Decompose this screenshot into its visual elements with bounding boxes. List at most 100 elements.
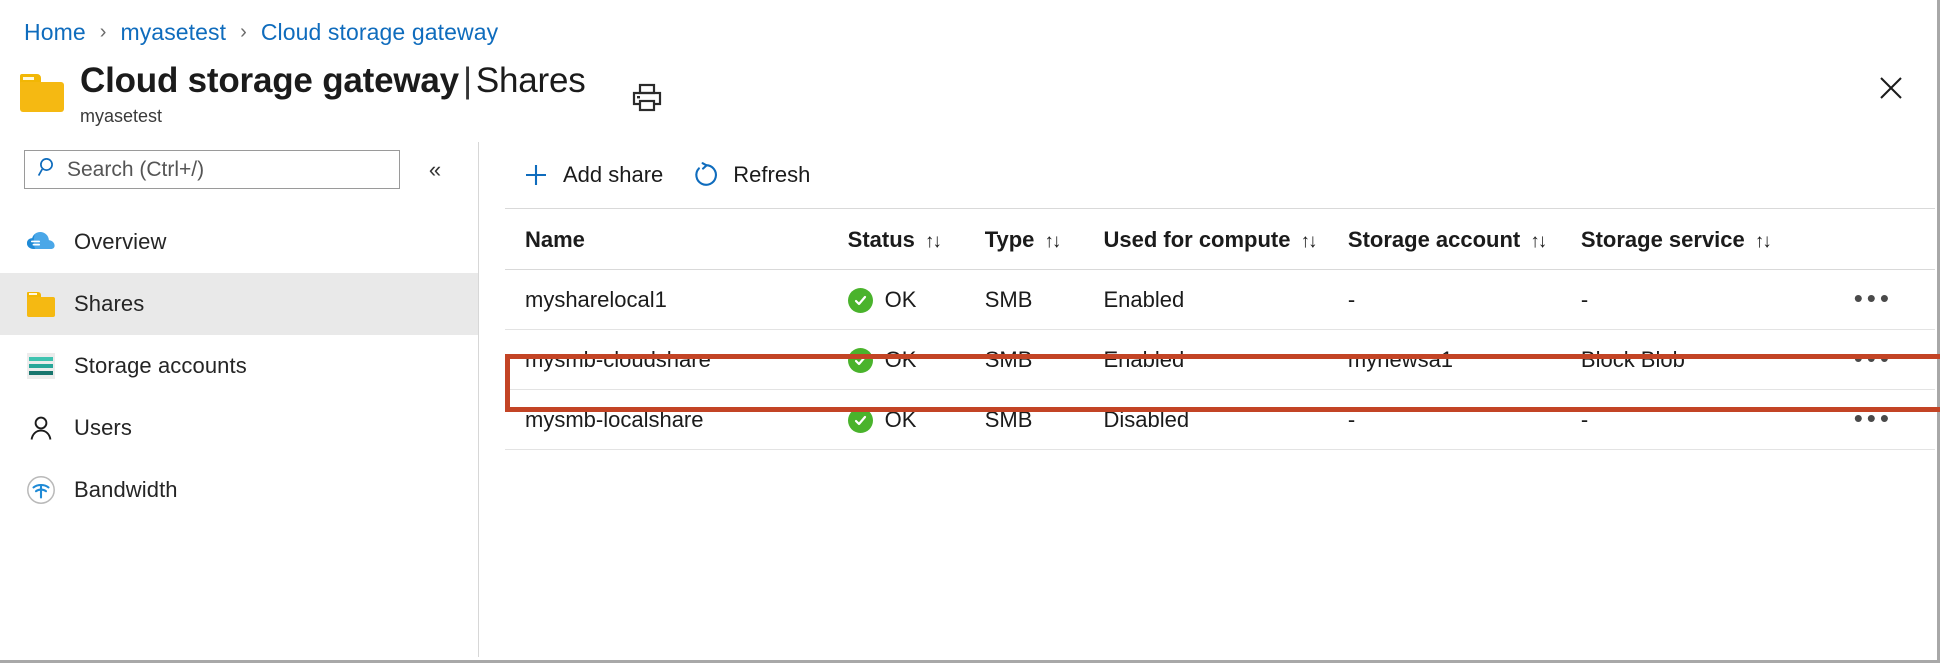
column-header-label: Storage service bbox=[1580, 227, 1745, 252]
table-header-row: Name Status ↑↓ Type ↑↓ Used for compute … bbox=[505, 208, 1935, 270]
status-ok-icon bbox=[847, 347, 873, 373]
cell-status: OK bbox=[847, 389, 985, 450]
close-icon[interactable] bbox=[1873, 70, 1909, 106]
sidebar-item-shares[interactable]: Shares bbox=[0, 273, 478, 335]
cell-storage-service: - bbox=[1580, 389, 1798, 450]
status-ok-icon bbox=[847, 407, 873, 433]
sidebar-item-label: Storage accounts bbox=[74, 353, 247, 378]
print-icon[interactable] bbox=[630, 82, 664, 114]
page-title-group: Cloud storage gateway | Shares myasetest bbox=[80, 60, 586, 127]
cell-name: mysharelocal1 bbox=[505, 269, 848, 330]
page-title-main: Cloud storage gateway bbox=[80, 61, 459, 100]
status-label: OK bbox=[884, 347, 917, 372]
person-icon bbox=[24, 411, 58, 445]
column-header-used-for-compute[interactable]: Used for compute ↑↓ bbox=[1103, 208, 1348, 270]
cell-storage-account: - bbox=[1347, 389, 1581, 450]
breadcrumb-item-cloud-storage-gateway[interactable]: Cloud storage gateway bbox=[261, 19, 498, 46]
cell-used-for-compute: Enabled bbox=[1103, 269, 1348, 330]
shares-table-wrap: Name Status ↑↓ Type ↑↓ Used for compute … bbox=[505, 208, 1940, 450]
add-share-button[interactable]: Add share bbox=[515, 154, 677, 196]
breadcrumb: Home › myasetest › Cloud storage gateway bbox=[0, 0, 1937, 48]
table-header: Name Status ↑↓ Type ↑↓ Used for compute … bbox=[505, 208, 1935, 270]
column-header-label: Storage account bbox=[1347, 227, 1521, 252]
cell-name: mysmb-cloudshare bbox=[505, 329, 848, 390]
column-header-actions bbox=[1797, 208, 1935, 270]
refresh-button[interactable]: Refresh bbox=[685, 154, 824, 196]
status-ok-icon bbox=[847, 287, 873, 313]
sidebar-item-storage-accounts[interactable]: Storage accounts bbox=[0, 335, 478, 397]
sidebar-item-users[interactable]: Users bbox=[0, 397, 478, 459]
cell-type: SMB bbox=[984, 389, 1104, 450]
table-row[interactable]: mysmb-localshare OK SMB Disabled - - ••• bbox=[505, 389, 1935, 450]
status-label: OK bbox=[884, 287, 917, 312]
sidebar-item-label: Users bbox=[74, 415, 132, 440]
cell-used-for-compute: Disabled bbox=[1103, 389, 1348, 450]
sort-icon: ↑↓ bbox=[924, 231, 942, 252]
breadcrumb-item-myasetest[interactable]: myasetest bbox=[120, 19, 226, 46]
sort-icon: ↑↓ bbox=[1754, 231, 1772, 252]
sidebar-item-label: Overview bbox=[74, 229, 167, 254]
cell-storage-service: Block Blob bbox=[1580, 329, 1798, 390]
breadcrumb-item-home[interactable]: Home bbox=[24, 19, 86, 46]
cell-type: SMB bbox=[984, 329, 1104, 390]
collapse-sidebar-icon[interactable]: « bbox=[418, 154, 452, 186]
cell-type: SMB bbox=[984, 269, 1104, 330]
table-body: mysharelocal1 OK SMB Enabled - - ••• mys… bbox=[505, 269, 1935, 450]
page-title: Cloud storage gateway | Shares bbox=[80, 60, 586, 102]
column-header-label: Used for compute bbox=[1103, 227, 1291, 252]
row-context-menu-icon[interactable]: ••• bbox=[1850, 285, 1897, 311]
cell-status: OK bbox=[847, 269, 985, 330]
column-header-label: Name bbox=[525, 227, 585, 252]
row-context-menu-icon[interactable]: ••• bbox=[1850, 345, 1897, 371]
cell-status: OK bbox=[847, 329, 985, 390]
page-title-section: Shares bbox=[475, 61, 586, 100]
status-label: OK bbox=[884, 407, 917, 432]
sort-icon: ↑↓ bbox=[1300, 231, 1318, 252]
column-header-name[interactable]: Name bbox=[505, 208, 848, 270]
column-header-type[interactable]: Type ↑↓ bbox=[984, 208, 1104, 270]
row-context-menu-icon[interactable]: ••• bbox=[1850, 405, 1897, 431]
folder-icon bbox=[24, 287, 58, 321]
search-input[interactable] bbox=[67, 157, 389, 182]
cell-storage-account: - bbox=[1347, 269, 1581, 330]
column-header-storage-service[interactable]: Storage service ↑↓ bbox=[1580, 208, 1798, 270]
cloud-icon bbox=[24, 225, 58, 259]
table-row[interactable]: mysharelocal1 OK SMB Enabled - - ••• bbox=[505, 269, 1935, 330]
sidebar-item-label: Shares bbox=[74, 291, 145, 316]
column-header-storage-account[interactable]: Storage account ↑↓ bbox=[1347, 208, 1581, 270]
column-header-status[interactable]: Status ↑↓ bbox=[847, 208, 985, 270]
azure-portal-blade: Home › myasetest › Cloud storage gateway… bbox=[0, 0, 1940, 663]
folder-icon bbox=[20, 74, 64, 112]
column-header-label: Type bbox=[984, 227, 1035, 252]
cell-name: mysmb-localshare bbox=[505, 389, 848, 450]
sidebar-item-bandwidth[interactable]: Bandwidth bbox=[0, 459, 478, 521]
plus-icon bbox=[521, 160, 551, 190]
breadcrumb-separator-icon: › bbox=[240, 20, 247, 43]
search-box[interactable] bbox=[24, 150, 400, 189]
search-icon bbox=[37, 156, 59, 183]
sort-icon: ↑↓ bbox=[1530, 231, 1547, 252]
main-content: Add share Refresh Name Status ↑↓ Type ↑↓… bbox=[479, 142, 1940, 657]
cell-actions: ••• bbox=[1797, 269, 1935, 330]
refresh-icon bbox=[691, 160, 721, 190]
sidebar-item-label: Bandwidth bbox=[74, 477, 178, 502]
sidebar-item-overview[interactable]: Overview bbox=[0, 211, 478, 273]
sidebar: « Overview bbox=[0, 142, 478, 657]
cell-storage-service: - bbox=[1580, 269, 1798, 330]
blade-body: « Overview bbox=[0, 142, 1940, 657]
page-title-separator: | bbox=[462, 61, 472, 100]
bandwidth-icon bbox=[24, 473, 58, 507]
shares-table: Name Status ↑↓ Type ↑↓ Used for compute … bbox=[505, 208, 1935, 450]
cell-used-for-compute: Enabled bbox=[1103, 329, 1348, 390]
refresh-label: Refresh bbox=[733, 162, 811, 187]
blade-header: Cloud storage gateway | Shares myasetest bbox=[0, 48, 1937, 126]
cell-actions: ••• bbox=[1797, 389, 1935, 450]
page-subtitle: myasetest bbox=[80, 106, 163, 126]
storage-account-icon bbox=[24, 349, 58, 383]
sidebar-nav: Overview Shares Storage accounts Users B… bbox=[0, 211, 478, 521]
cell-storage-account: mynewsa1 bbox=[1347, 329, 1581, 390]
table-row[interactable]: mysmb-cloudshare OK SMB Enabled mynewsa1… bbox=[505, 329, 1935, 390]
add-share-label: Add share bbox=[563, 162, 664, 187]
sort-icon: ↑↓ bbox=[1044, 231, 1061, 252]
column-header-label: Status bbox=[847, 227, 915, 252]
